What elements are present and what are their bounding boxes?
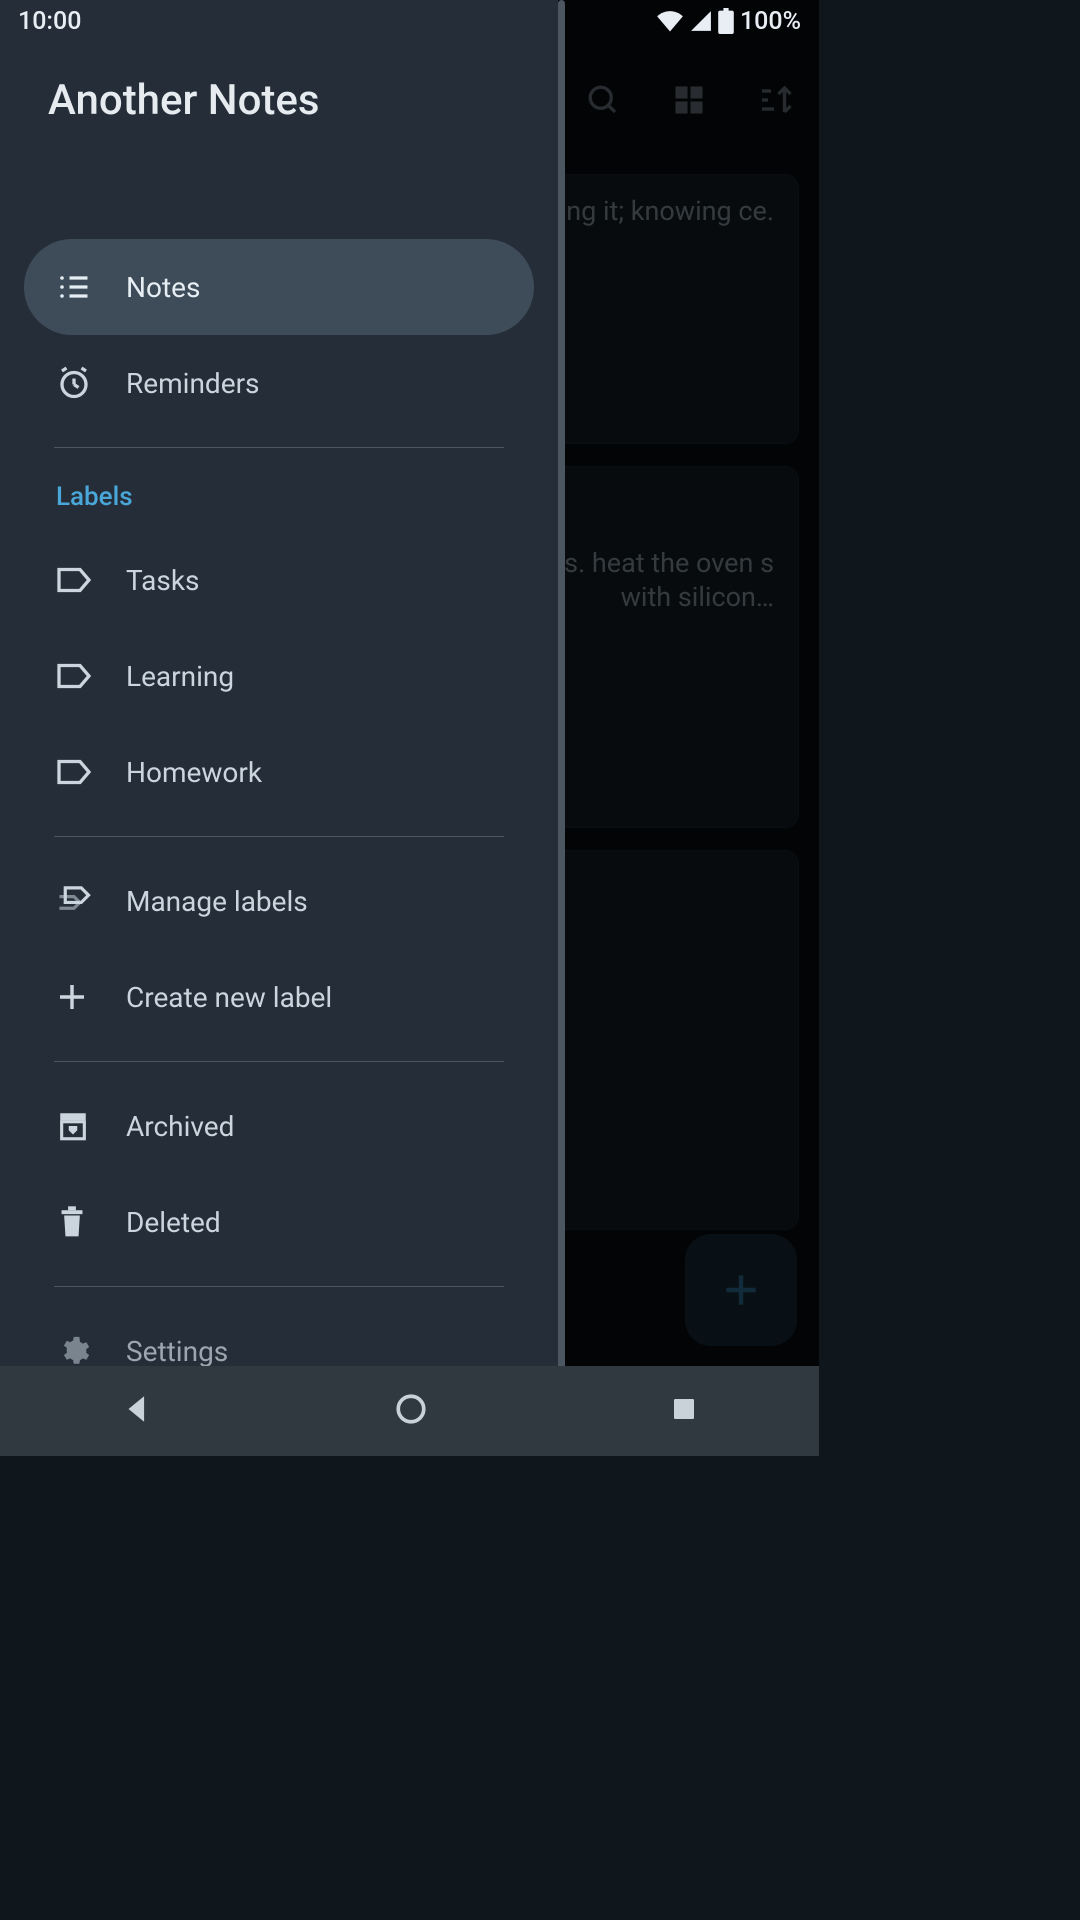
label-item-text: Tasks bbox=[126, 564, 200, 597]
label-item-text: Learning bbox=[126, 660, 234, 693]
nav-item-label: Archived bbox=[126, 1110, 234, 1143]
status-bar: 10:00 100% bbox=[0, 0, 819, 42]
nav-item-label: Manage labels bbox=[126, 885, 308, 918]
alarm-icon bbox=[56, 365, 126, 401]
labels-stack-icon bbox=[56, 885, 126, 917]
battery-percent: 100% bbox=[740, 7, 801, 36]
notes-icon bbox=[56, 269, 126, 305]
nav-item-reminders[interactable]: Reminders bbox=[0, 335, 558, 431]
scrollbar[interactable] bbox=[558, 0, 565, 1456]
nav-item-label: Reminders bbox=[126, 367, 260, 400]
nav-item-create-label[interactable]: Create new label bbox=[0, 949, 558, 1045]
nav-item-notes[interactable]: Notes bbox=[24, 239, 534, 335]
divider bbox=[54, 1286, 504, 1287]
nav-item-label: Create new label bbox=[126, 981, 332, 1014]
nav-item-label: Notes bbox=[126, 271, 200, 304]
nav-item-manage-labels[interactable]: Manage labels bbox=[0, 853, 558, 949]
nav-item-archived[interactable]: Archived bbox=[0, 1078, 558, 1174]
gear-icon bbox=[56, 1334, 126, 1368]
nav-item-label: Deleted bbox=[126, 1206, 221, 1239]
label-item-homework[interactable]: Homework bbox=[0, 724, 558, 820]
status-indicators: 100% bbox=[656, 7, 801, 36]
label-icon bbox=[56, 566, 126, 594]
home-button[interactable] bbox=[394, 1392, 428, 1430]
label-icon bbox=[56, 662, 126, 690]
divider bbox=[54, 447, 504, 448]
divider bbox=[54, 836, 504, 837]
wifi-icon bbox=[656, 10, 684, 32]
nav-item-label: Settings bbox=[126, 1335, 228, 1368]
divider bbox=[54, 1061, 504, 1062]
archive-icon bbox=[56, 1109, 126, 1143]
cellular-icon bbox=[690, 10, 712, 32]
system-nav-bar bbox=[0, 1366, 819, 1456]
trash-icon bbox=[56, 1205, 126, 1239]
nav-item-deleted[interactable]: Deleted bbox=[0, 1174, 558, 1270]
navigation-drawer: Another Notes Notes Reminders Labels Tas… bbox=[0, 0, 558, 1456]
battery-icon bbox=[718, 8, 734, 34]
section-header-labels: Labels bbox=[0, 464, 558, 532]
recent-apps-button[interactable] bbox=[669, 1394, 699, 1428]
back-button[interactable] bbox=[120, 1392, 154, 1430]
label-item-learning[interactable]: Learning bbox=[0, 628, 558, 724]
app-title: Another Notes bbox=[0, 52, 558, 125]
label-item-text: Homework bbox=[126, 756, 262, 789]
status-time: 10:00 bbox=[18, 7, 81, 36]
plus-icon bbox=[56, 981, 126, 1013]
label-item-tasks[interactable]: Tasks bbox=[0, 532, 558, 628]
label-icon bbox=[56, 758, 126, 786]
